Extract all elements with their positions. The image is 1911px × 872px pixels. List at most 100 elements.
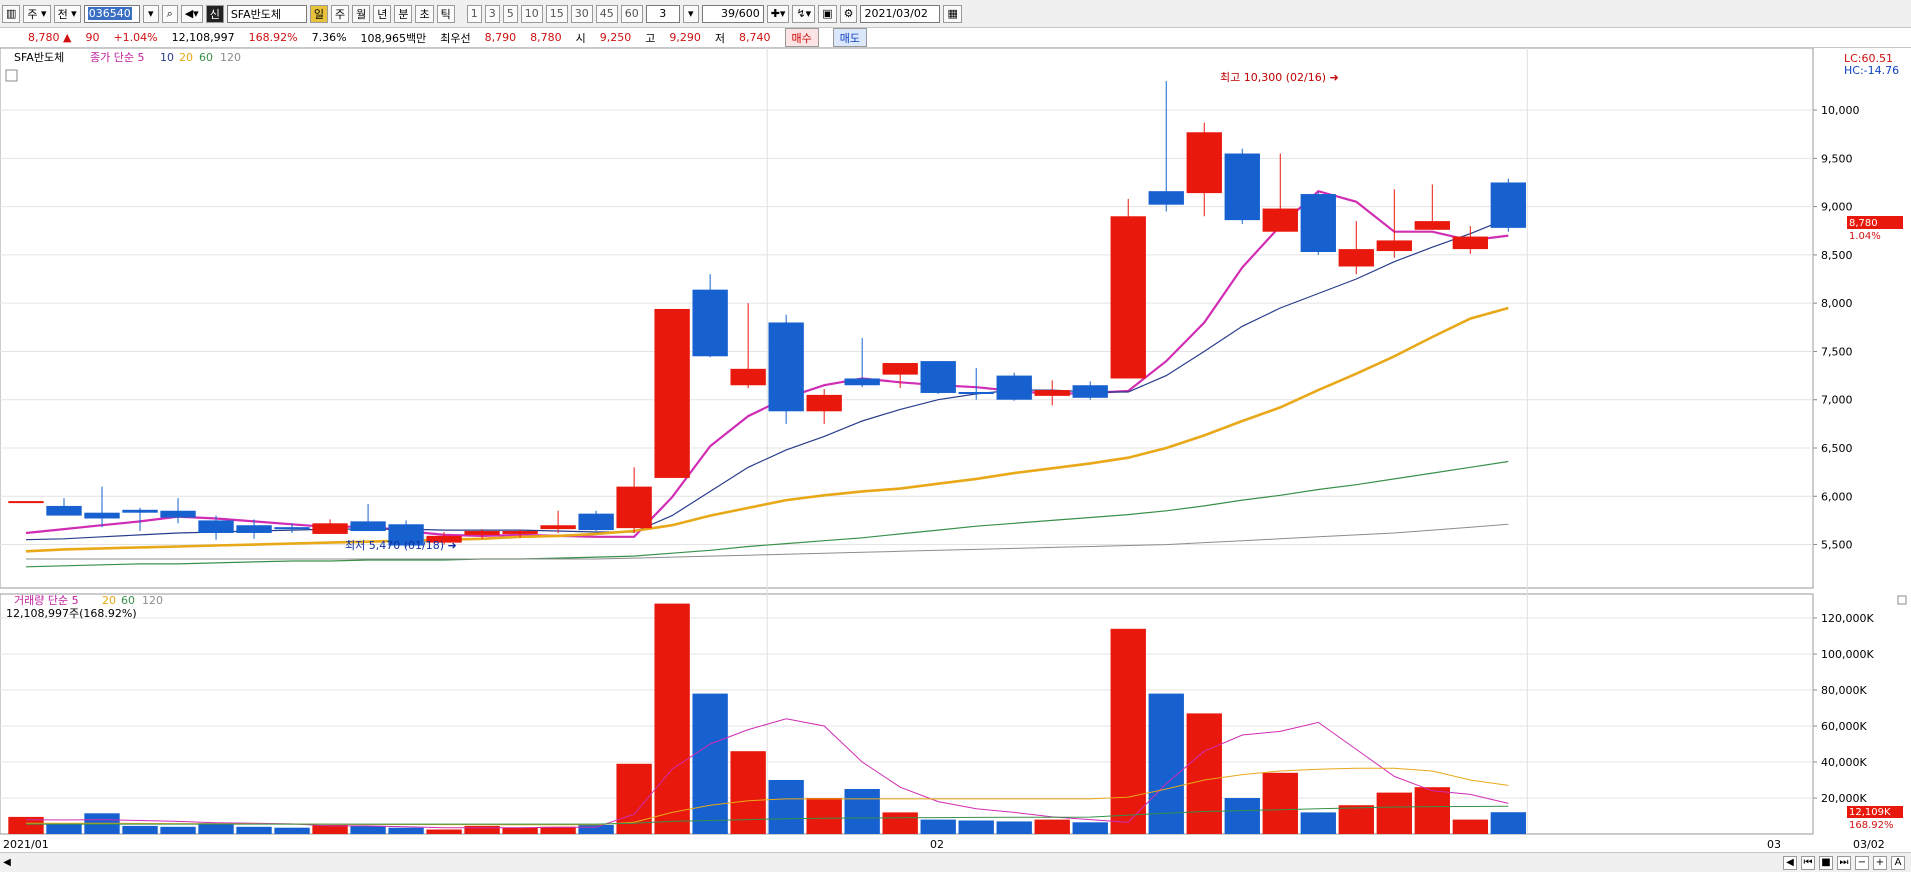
candle-body <box>1414 221 1450 230</box>
volume-bar <box>540 826 576 834</box>
volume-bar <box>730 751 766 834</box>
type-select-value: 주 <box>27 7 38 21</box>
best-ask: 8,790 <box>484 31 517 44</box>
first-icon[interactable]: ⏮ <box>1801 855 1815 870</box>
price-tick-label: 6,000 <box>1821 490 1853 503</box>
candle-body <box>236 525 272 533</box>
interval-10-button[interactable]: 10 <box>520 4 543 23</box>
candle-body <box>844 378 880 386</box>
price-tick-label: 9,500 <box>1821 152 1853 165</box>
volume-bar <box>882 812 918 834</box>
stop-icon[interactable]: ■ <box>1819 855 1833 870</box>
volume-bar <box>160 826 196 834</box>
panel-toggle-icon[interactable]: ▥ <box>2 4 21 23</box>
volume-panel-collapse-icon[interactable] <box>1897 595 1907 605</box>
candle-body <box>1072 385 1108 398</box>
volume-bar <box>46 824 82 834</box>
gear-icon[interactable]: ⚙ <box>839 4 858 23</box>
open-price: 9,250 <box>599 31 632 44</box>
volume-bar <box>654 603 690 834</box>
candle-body <box>996 375 1032 400</box>
scroll-track[interactable] <box>14 857 1783 869</box>
interval-15-button[interactable]: 15 <box>545 4 568 23</box>
best-ask-label: 최우선 <box>440 31 471 45</box>
scroll-left-icon[interactable]: ◀ <box>0 855 14 871</box>
volume-sub-label: 12,108,997주(168.92%) <box>6 607 137 620</box>
search-icon[interactable]: ⌕ <box>161 4 178 23</box>
period-year-button[interactable]: 년 <box>373 4 392 23</box>
last-icon[interactable]: ⏭ <box>1837 855 1851 870</box>
current-price: 8,780 ▲ <box>28 31 72 44</box>
x-label-feb: 02 <box>930 838 944 851</box>
period-week-button[interactable]: 주 <box>330 4 350 23</box>
zoom-out-icon[interactable]: − <box>1855 855 1869 870</box>
candle-body <box>1186 132 1222 194</box>
volume-bar <box>1034 819 1070 834</box>
period-day-button[interactable]: 일 <box>309 4 328 23</box>
price-legend-ma60: 60 <box>199 51 213 64</box>
custom-interval-dropdown-icon[interactable]: ▾ <box>682 4 699 23</box>
candle-body <box>1376 240 1412 252</box>
price-tick-label: 6,500 <box>1821 442 1853 455</box>
price-legend-ma10: 10 <box>160 51 174 64</box>
interval-45-button[interactable]: 45 <box>595 4 618 23</box>
volume-bar <box>122 825 158 834</box>
data-count-field[interactable]: 39/600 <box>701 4 764 23</box>
date-value: 2021/03/02 <box>864 7 928 20</box>
candle-body <box>1262 208 1298 232</box>
volume: 12,108,997 <box>171 31 235 44</box>
period-month-button[interactable]: 월 <box>352 4 371 23</box>
price-tick-label: 5,500 <box>1821 539 1853 552</box>
period-second-button[interactable]: 초 <box>415 4 434 23</box>
view-select[interactable]: 전 ▾ <box>53 4 81 23</box>
candle-body <box>540 525 576 530</box>
volume-tick-label: 40,000K <box>1821 756 1867 769</box>
price-tick-label: 10,000 <box>1821 104 1860 117</box>
trade-amount: 108,965백만 <box>360 31 427 45</box>
interval-3-button[interactable]: 3 <box>484 4 500 23</box>
sell-button[interactable]: 매도 <box>832 28 868 47</box>
code-dropdown-icon[interactable]: ▾ <box>142 4 159 23</box>
last-pct-text: 1.04% <box>1849 231 1881 242</box>
panel-menu-icon[interactable] <box>5 69 18 82</box>
crosshair-icon[interactable]: ✚▾ <box>766 4 790 23</box>
buy-button[interactable]: 매수 <box>784 28 819 47</box>
custom-interval-input[interactable]: 3 <box>645 4 680 23</box>
price-legend-ma120: 120 <box>220 51 241 64</box>
last-volume-badge-text: 12,109K <box>1849 807 1891 818</box>
stock-code-input[interactable]: 036540 <box>83 4 140 23</box>
zoom-in-icon[interactable]: + <box>1873 855 1887 870</box>
volume-tick-label: 100,000K <box>1821 648 1874 661</box>
period-tick-button[interactable]: 틱 <box>436 4 455 23</box>
interval-30-button[interactable]: 30 <box>570 4 593 23</box>
volume-bar <box>844 789 880 834</box>
candle-body <box>198 520 234 533</box>
volume-bar <box>768 780 804 834</box>
volume-bar <box>464 825 500 834</box>
volume-bar <box>388 827 424 834</box>
save-icon[interactable]: ▣ <box>818 4 837 23</box>
volume-legend-label: 거래량 단순 5 <box>14 594 79 607</box>
volume-ratio: 168.92% <box>248 31 298 44</box>
date-field[interactable]: 2021/03/02 <box>860 4 941 23</box>
volume-bar <box>1224 798 1260 834</box>
candle-body <box>1300 194 1336 252</box>
period-minute-button[interactable]: 분 <box>394 4 413 23</box>
speaker-icon[interactable]: ◀▾ <box>180 4 203 23</box>
calendar-icon[interactable]: ▦ <box>943 4 962 23</box>
draw-tools-icon[interactable]: ↯▾ <box>792 4 816 23</box>
high-price: 9,290 <box>669 31 701 44</box>
price-panel-title: SFA반도체 <box>14 51 64 64</box>
candle-body <box>464 531 500 535</box>
interval-60-button[interactable]: 60 <box>620 4 643 23</box>
interval-5-button[interactable]: 5 <box>502 4 518 23</box>
candle-body <box>730 368 766 386</box>
stock-name-field[interactable]: SFA반도체 <box>226 4 307 23</box>
text-size-icon[interactable]: A <box>1891 855 1905 870</box>
type-select[interactable]: 주 ▾ <box>23 4 51 23</box>
candle-body <box>1224 153 1260 221</box>
volume-bar <box>1376 792 1412 834</box>
play-back-icon[interactable]: ◀ <box>1783 855 1797 870</box>
interval-1-button[interactable]: 1 <box>466 4 482 23</box>
chart-area[interactable]: 5,500 6,000 6,500 7,000 7,500 8,000 8,500 9,000… <box>0 48 1911 852</box>
